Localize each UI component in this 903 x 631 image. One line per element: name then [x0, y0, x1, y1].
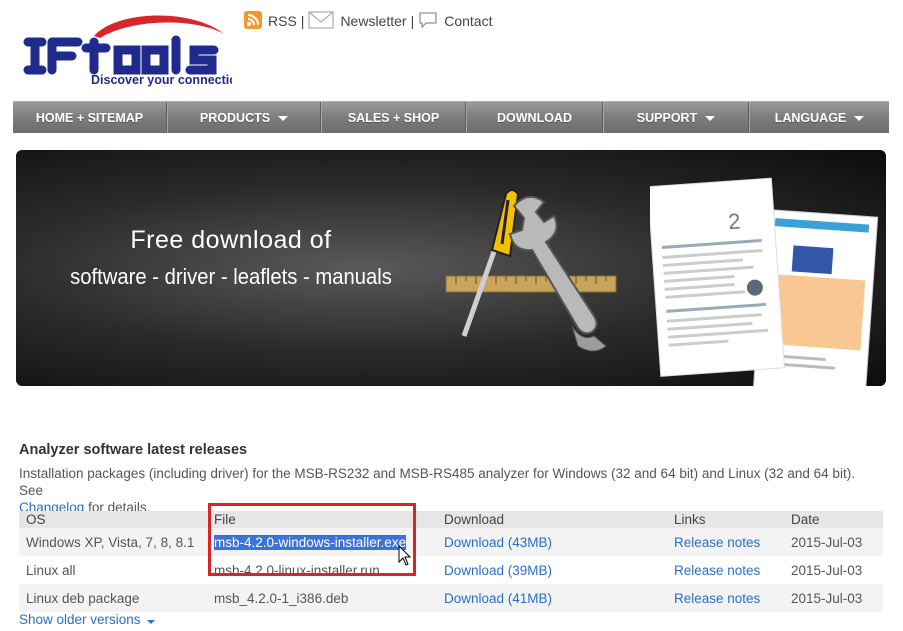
date-cell: 2015-Jul-03 — [784, 528, 883, 556]
col-header-file: File — [207, 511, 437, 528]
speech-bubble-icon[interactable] — [418, 11, 438, 32]
release-notes-link[interactable]: Release notes — [674, 563, 760, 578]
section-intro: Installation packages (including driver)… — [19, 466, 855, 515]
download-banner: Free download of software - driver - lea… — [16, 150, 886, 386]
chevron-down-icon — [854, 116, 865, 121]
banner-subtitle: software - driver - leaflets - manuals — [70, 264, 392, 289]
os-cell: Linux all — [26, 562, 76, 578]
download-cell: Download (41MB) — [437, 584, 667, 612]
leaflets-illustration-icon: 2 — [650, 177, 879, 386]
mouse-cursor-icon — [398, 545, 412, 566]
table-row: Linux all msb-4.2.0-linux-installer.run … — [19, 556, 883, 584]
nav-download[interactable]: DOWNLOAD — [466, 102, 603, 133]
os-cell: Linux deb package — [19, 584, 207, 612]
release-notes-link[interactable]: Release notes — [674, 535, 760, 550]
download-cell: Download (43MB) — [437, 528, 667, 556]
envelope-icon[interactable] — [308, 11, 334, 32]
contact-link[interactable]: Contact — [444, 13, 492, 29]
top-links: RSS | Newsletter | Contact — [244, 10, 492, 32]
svg-text:2: 2 — [727, 208, 741, 234]
chevron-down-icon — [705, 116, 716, 121]
tools-illustration-icon — [445, 189, 617, 352]
table-row: Windows XP, Vista, 7, 8, 8.1 msb-4.2.0-w… — [19, 528, 883, 556]
banner-title: Free download of — [130, 226, 332, 254]
link-separator: | — [410, 13, 415, 29]
rss-link[interactable]: RSS — [268, 13, 297, 29]
releases-table: OS File Download Links Date Windows XP, … — [19, 511, 883, 612]
links-cell: Release notes — [667, 584, 784, 612]
date-cell: 2015-Jul-03 — [784, 584, 883, 612]
links-cell: Release notes — [667, 556, 784, 584]
logo-graphic: Discover your connection — [23, 15, 245, 87]
chevron-down-icon — [278, 116, 289, 121]
svg-text:Discover your connection: Discover your connection — [91, 73, 232, 87]
os-cell: Windows XP, Vista, 7, 8, 8.1 — [19, 528, 207, 556]
col-header-download: Download — [437, 511, 667, 528]
col-header-links: Links — [667, 511, 784, 528]
link-separator: | — [300, 13, 305, 29]
col-header-date: Date — [784, 511, 883, 528]
table-row: Linux deb package msb_4.2.0-1_i386.deb D… — [19, 584, 883, 612]
nav-language[interactable]: LANGUAGE — [749, 102, 889, 133]
rss-icon[interactable] — [244, 10, 262, 32]
site-logo[interactable]: Discover your connection — [22, 12, 245, 92]
col-header-os: OS — [19, 511, 207, 528]
download-link[interactable]: Download (41MB) — [444, 591, 552, 606]
table-header-row: OS File Download Links Date — [19, 511, 883, 528]
date-cell: 2015-Jul-03 — [791, 562, 863, 578]
links-cell: Release notes — [667, 528, 784, 556]
nav-support[interactable]: SUPPORT — [603, 102, 749, 133]
download-link[interactable]: Download (39MB) — [444, 563, 552, 578]
chevron-down-icon — [146, 620, 155, 624]
show-older-versions-link[interactable]: Show older versions — [19, 612, 155, 627]
file-cell[interactable]: msb_4.2.0-1_i386.deb — [207, 584, 437, 612]
nav-sales-shop[interactable]: SALES + SHOP — [321, 102, 466, 133]
release-notes-link[interactable]: Release notes — [674, 591, 760, 606]
download-cell: Download (39MB) — [437, 556, 667, 584]
download-link[interactable]: Download (43MB) — [444, 535, 552, 550]
main-nav: HOME + SITEMAP PRODUCTS SALES + SHOP DOW… — [13, 101, 889, 133]
nav-home-sitemap[interactable]: HOME + SITEMAP — [13, 102, 167, 133]
newsletter-link[interactable]: Newsletter — [340, 13, 406, 29]
file-name[interactable]: msb-4.2.0-windows-installer.exe — [214, 534, 407, 550]
nav-products[interactable]: PRODUCTS — [167, 102, 321, 133]
section-title: Analyzer software latest releases — [19, 442, 248, 458]
